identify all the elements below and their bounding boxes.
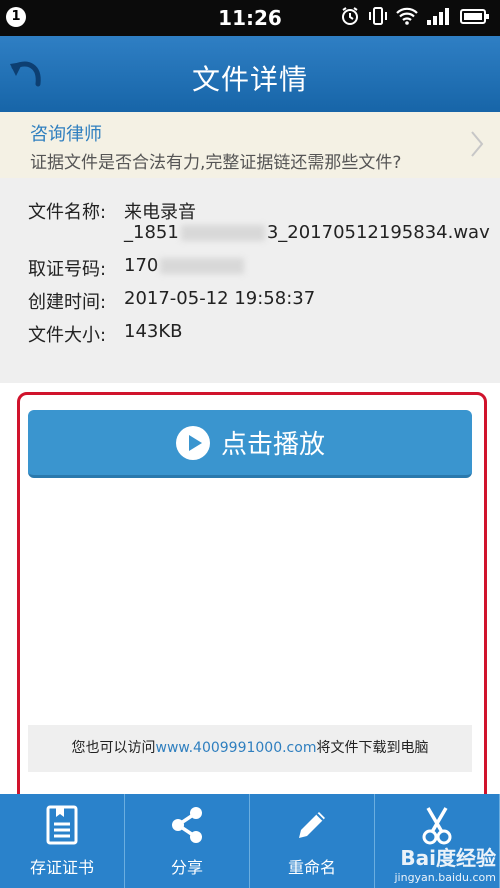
status-bar: 1 11:26 <box>0 0 500 36</box>
share-icon <box>172 807 202 843</box>
play-button-label: 点击播放 <box>220 430 325 460</box>
tab-share-label: 分享 <box>170 858 203 877</box>
status-icons <box>340 6 490 26</box>
download-note-prefix: 您也可以访问 <box>71 740 156 756</box>
tab-certificate-label: 存证证书 <box>29 858 94 877</box>
title-bar: 文件详情 <box>0 36 500 115</box>
watermark: Bai度经验 jingyan.baidu.com <box>394 842 496 884</box>
download-link[interactable]: www.4009991000.com <box>156 740 317 756</box>
evidence-number-value: 170 <box>124 255 159 276</box>
evidence-number-row: 取证号码: 170 <box>28 255 245 281</box>
created-time-row: 创建时间: 2017-05-12 19:58:37 <box>28 288 315 314</box>
evidence-number-label: 取证号码: <box>28 259 107 280</box>
tab-share[interactable]: 分享 <box>125 794 250 888</box>
play-button[interactable]: 点击播放 <box>28 410 472 478</box>
download-note-suffix: 将文件下载到电脑 <box>316 740 429 756</box>
file-name-line1: 来电录音 <box>124 202 196 223</box>
banner-title: 咨询律师 <box>30 124 102 145</box>
file-name-part-b: 3_20170512195834.wav <box>266 222 490 243</box>
created-time-value: 2017-05-12 19:58:37 <box>124 288 316 309</box>
wifi-icon <box>396 7 418 25</box>
redacted-blur <box>160 258 245 274</box>
battery-icon <box>460 9 489 24</box>
file-size-value: 143KB <box>124 321 183 342</box>
tab-certificate[interactable]: 存证证书 <box>0 794 125 888</box>
pencil-icon <box>299 812 325 838</box>
download-note: 您也可以访问www.4009991000.com将文件下载到电脑 <box>28 725 472 772</box>
certificate-icon <box>46 805 78 845</box>
file-size-row: 文件大小: 143KB <box>28 321 183 347</box>
file-name-label: 文件名称: <box>28 202 107 223</box>
created-time-label: 创建时间: <box>28 292 107 313</box>
file-name-row: 文件名称: 来电录音 <box>28 198 196 224</box>
alarm-icon <box>342 7 358 25</box>
banner-text: 证据文件是否合法有力,完整证据链还需那些文件? <box>30 153 402 173</box>
chevron-right-icon <box>471 131 484 157</box>
file-name-part-a: _1851 <box>124 222 179 243</box>
file-info-panel: 文件名称: 来电录音 _1851 3_20170512195834.wav 取证号… <box>0 178 500 383</box>
tab-rename[interactable]: 重命名 <box>250 794 375 888</box>
signal-icon <box>427 8 449 25</box>
watermark-url: jingyan.baidu.com <box>394 871 496 884</box>
watermark-brand: Bai度经验 <box>400 846 496 870</box>
page-title: 文件详情 <box>191 63 308 96</box>
redacted-blur <box>180 225 265 241</box>
bottom-toolbar: 存证证书 分享 重命名 Bai度经验 jingyan.baidu.com <box>0 794 500 888</box>
play-icon <box>175 425 210 460</box>
vibrate-icon <box>369 7 387 25</box>
file-size-label: 文件大小: <box>28 325 107 346</box>
scissors-icon <box>422 807 452 845</box>
tab-rename-label: 重命名 <box>287 858 336 877</box>
consult-lawyer-banner[interactable]: 咨询律师 证据文件是否合法有力,完整证据链还需那些文件? <box>0 112 500 179</box>
